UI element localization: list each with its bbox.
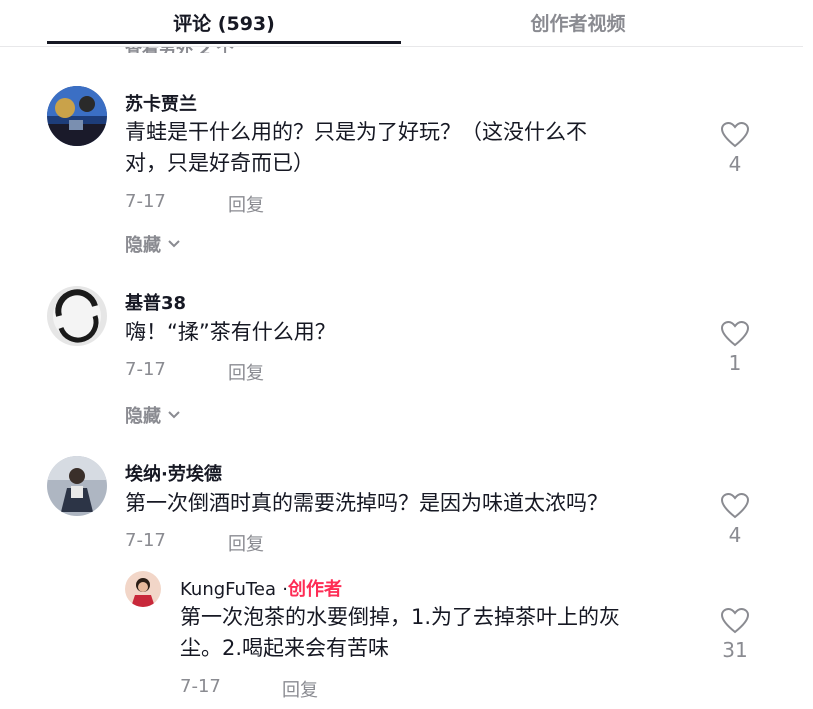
like-count: 4	[728, 152, 742, 176]
comment-text: 青蛙是干什么用的？只是为了好玩？（这没什么不 对，只是好奇而已）	[125, 117, 587, 179]
comment-text-line: 青蛙是干什么用的？只是为了好玩？（这没什么不	[125, 120, 587, 144]
heart-icon	[721, 321, 749, 347]
creator-badge: 创作者	[287, 579, 342, 600]
comment-text-line: 第一次倒酒时真的需要洗掉吗？是因为味道太浓吗？	[125, 491, 608, 515]
reply-text-line: 尘。2.喝起来会有苦味	[180, 636, 390, 660]
hide-replies-button[interactable]: 隐藏	[125, 231, 181, 257]
comment-text-line: 对，只是好奇而已）	[125, 151, 314, 175]
comment-author[interactable]: 苏卡贾兰	[125, 90, 197, 116]
reply-button[interactable]: 回复	[228, 191, 264, 217]
like-button[interactable]: 31	[715, 608, 755, 662]
comments-tab-bar: 评论 (593) 创作者视频	[0, 0, 803, 47]
avatar[interactable]	[125, 571, 161, 607]
comment-date: 7-17	[125, 359, 166, 380]
reply-button[interactable]: 回复	[228, 530, 264, 556]
reply-text-line: 第一次泡茶的水要倒掉，1.为了去掉茶叶上的灰	[180, 605, 621, 629]
comment-text-line: 嗨！“揉”茶有什么用？	[125, 320, 336, 344]
chevron-down-icon	[168, 240, 180, 248]
avatar[interactable]	[47, 286, 107, 346]
comment-text: 嗨！“揉”茶有什么用？	[125, 317, 336, 348]
like-button[interactable]: 4	[715, 122, 755, 176]
tab-comments[interactable]: 评论 (593)	[47, 0, 401, 44]
reply-button[interactable]: 回复	[228, 359, 264, 385]
comment-text: 第一次倒酒时真的需要洗掉吗？是因为味道太浓吗？	[125, 488, 608, 519]
active-tab-indicator	[47, 41, 401, 44]
reply-author-name: KungFuTea	[180, 579, 276, 600]
reply-text: 第一次泡茶的水要倒掉，1.为了去掉茶叶上的灰 尘。2.喝起来会有苦味	[180, 602, 620, 664]
like-count: 31	[722, 638, 748, 662]
chevron-down-icon	[168, 411, 180, 419]
reply-date: 7-17	[180, 676, 221, 697]
like-count: 4	[728, 523, 742, 547]
comment-author[interactable]: 埃纳·劳埃德	[125, 460, 222, 486]
hide-replies-button[interactable]: 隐藏	[125, 402, 181, 428]
like-count: 1	[728, 351, 742, 375]
comment-date: 7-17	[125, 530, 166, 551]
comment-date: 7-17	[125, 191, 166, 212]
heart-icon	[721, 122, 749, 148]
reply-author[interactable]: KungFuTea ·创作者	[180, 575, 342, 601]
heart-icon	[721, 608, 749, 634]
hide-label: 隐藏	[125, 235, 161, 256]
heart-icon	[721, 493, 749, 519]
avatar[interactable]	[47, 86, 107, 146]
like-button[interactable]: 4	[715, 493, 755, 547]
hide-label: 隐藏	[125, 406, 161, 427]
like-button[interactable]: 1	[715, 321, 755, 375]
comment-author[interactable]: 基普38	[125, 289, 186, 315]
reply-button[interactable]: 回复	[282, 676, 318, 702]
avatar[interactable]	[47, 456, 107, 516]
tab-creator-videos[interactable]: 创作者视频	[401, 0, 755, 44]
